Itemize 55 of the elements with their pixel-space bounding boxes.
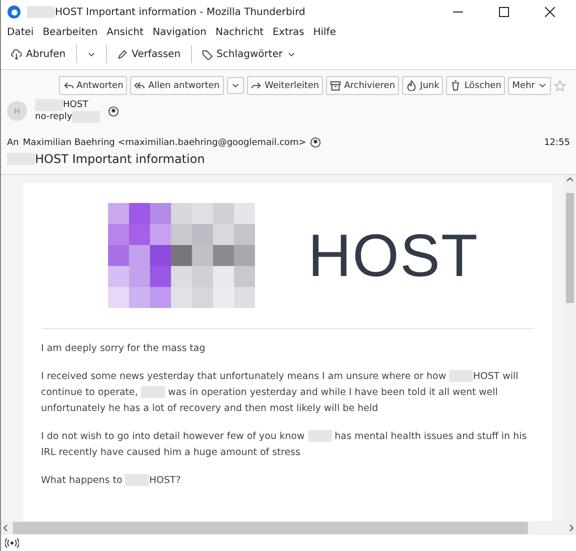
action-button[interactable]: Archivieren	[326, 76, 400, 95]
menu-item[interactable]: Datei	[7, 26, 34, 39]
pencil-icon	[116, 48, 128, 60]
scroll-left-icon[interactable]	[1, 524, 9, 532]
banner-logo-text: HOST	[308, 221, 479, 290]
action-button[interactable]: Junk	[402, 76, 444, 95]
flame-icon	[406, 80, 418, 91]
star-icon[interactable]	[554, 80, 566, 92]
forward-arrow-icon	[250, 80, 262, 91]
contact-icon[interactable]	[310, 137, 322, 148]
action-button[interactable]: Antworten	[58, 76, 128, 95]
scroll-up-icon[interactable]	[566, 175, 574, 183]
reply-arrow-icon	[62, 80, 74, 91]
toolbar-button[interactable]: Abrufen	[7, 46, 70, 62]
app-logo-icon	[7, 5, 21, 19]
body-paragraph: What happens to HOST?	[41, 473, 182, 488]
menu-item[interactable]: Extras	[272, 26, 304, 39]
trash-icon	[450, 80, 462, 91]
action-button[interactable]: Weiterleiten	[246, 76, 324, 95]
archive-box-icon	[330, 80, 342, 91]
menu-item[interactable]: Bearbeiten	[42, 26, 98, 39]
caret-icon	[538, 81, 547, 90]
title-text: HOST Important information	[35, 152, 205, 166]
menu-item[interactable]: Navigation	[152, 26, 207, 39]
redaction-block	[27, 6, 55, 18]
menu-item[interactable]: Nachricht	[216, 26, 264, 39]
body-paragraph: I am deeply sorry for the mass tag	[41, 342, 206, 356]
sender-avatar: H	[7, 101, 27, 121]
action-button[interactable]: Allen antworten	[130, 76, 224, 95]
toolbar-button[interactable]: Schlagwörter	[198, 46, 300, 62]
maximize-icon	[499, 7, 509, 17]
activity-icon	[5, 538, 19, 548]
menu-item[interactable]: Hilfe	[313, 26, 336, 39]
body-paragraph: I received some news yesterday that unfortunately means I am unsure where or how HOST will continue to operate, was in operation yesterday and while I have been told it all went well unfortunately he has a lot of recovery and then most likely will be held	[41, 369, 520, 416]
recipient-address[interactable]: Maximilian Baehring <maximilian.baehring@googlemail.com>	[22, 138, 306, 148]
close-icon	[545, 7, 555, 17]
scrollbar-thumb[interactable]	[13, 522, 528, 534]
title-text: no-reply	[35, 112, 72, 122]
scrollbar-thumb[interactable]	[566, 193, 574, 303]
toolbar-button[interactable]: Verfassen	[112, 46, 185, 62]
body-paragraph: I do not wish to go into detail however few of you know has mental health issues and stuff in his IRL recently have caused him a huge amount of stress	[41, 429, 528, 460]
title-text: HOST	[63, 100, 88, 110]
message-time: 12:55	[544, 138, 570, 148]
dropdown-button[interactable]	[226, 77, 244, 94]
recipient-label: An	[7, 138, 19, 148]
reply-all-arrow-icon	[134, 80, 146, 91]
cloud-download-icon	[11, 48, 22, 60]
title-text: HOST Important information - Mozilla Thunderbird	[55, 6, 306, 18]
action-button[interactable]: Löschen	[446, 76, 506, 95]
tag-icon	[202, 48, 213, 60]
menu-item[interactable]: Ansicht	[106, 26, 144, 39]
contact-icon[interactable]	[108, 106, 120, 116]
scroll-right-icon[interactable]	[568, 524, 576, 532]
caret-icon	[230, 81, 240, 90]
action-button[interactable]: Mehr	[508, 76, 551, 94]
